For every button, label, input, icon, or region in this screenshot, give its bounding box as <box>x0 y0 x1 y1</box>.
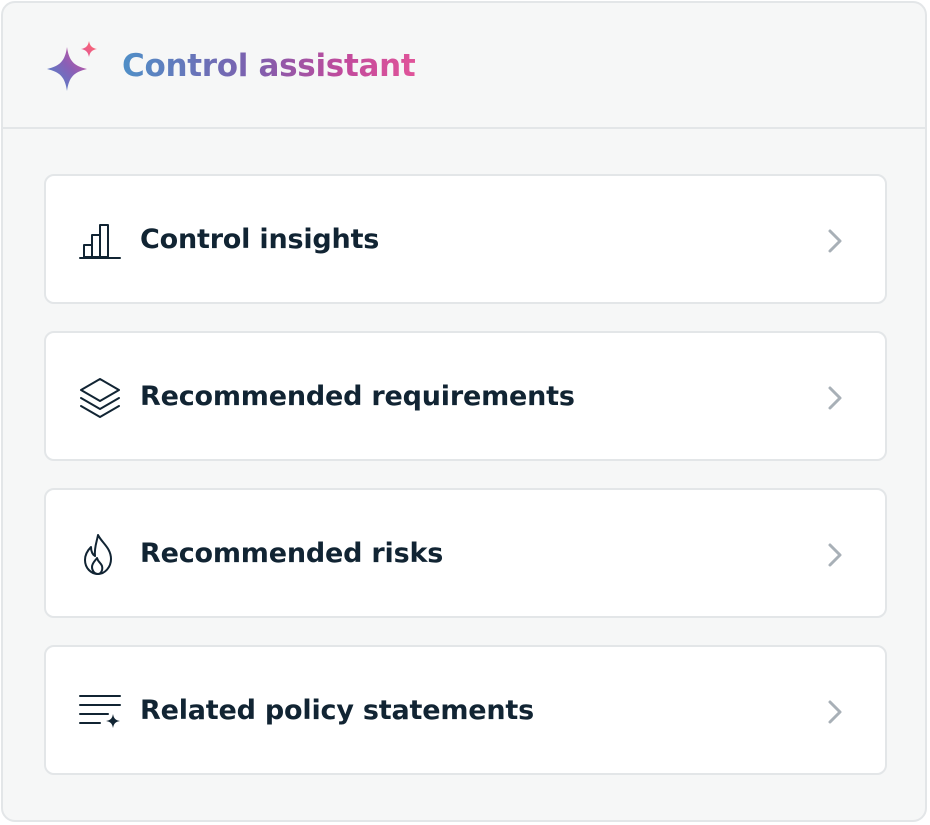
item-label: Recommended risks <box>140 538 444 569</box>
chevron-right-icon <box>828 229 842 253</box>
recommended-requirements-item[interactable]: Recommended requirements <box>44 331 887 461</box>
panel-header: Control assistant <box>3 3 925 129</box>
recommended-risks-item[interactable]: Recommended risks <box>44 488 887 618</box>
item-label: Related policy statements <box>140 695 534 726</box>
layers-icon <box>80 378 120 418</box>
related-policy-statements-item[interactable]: Related policy statements <box>44 645 887 775</box>
chevron-right-icon <box>828 700 842 724</box>
bar-chart-icon <box>79 224 121 259</box>
flame-icon <box>84 534 112 575</box>
chevron-right-icon <box>828 386 842 410</box>
item-label: Control insights <box>140 224 380 255</box>
control-assistant-panel: Control assistant Control insights Recom… <box>1 1 927 822</box>
sparkle-icon <box>47 41 97 91</box>
item-label: Recommended requirements <box>140 381 575 412</box>
chevron-right-icon <box>828 543 842 567</box>
control-insights-item[interactable]: Control insights <box>44 174 887 304</box>
text-sparkle-icon <box>79 695 121 728</box>
panel-title: Control assistant <box>122 48 416 84</box>
